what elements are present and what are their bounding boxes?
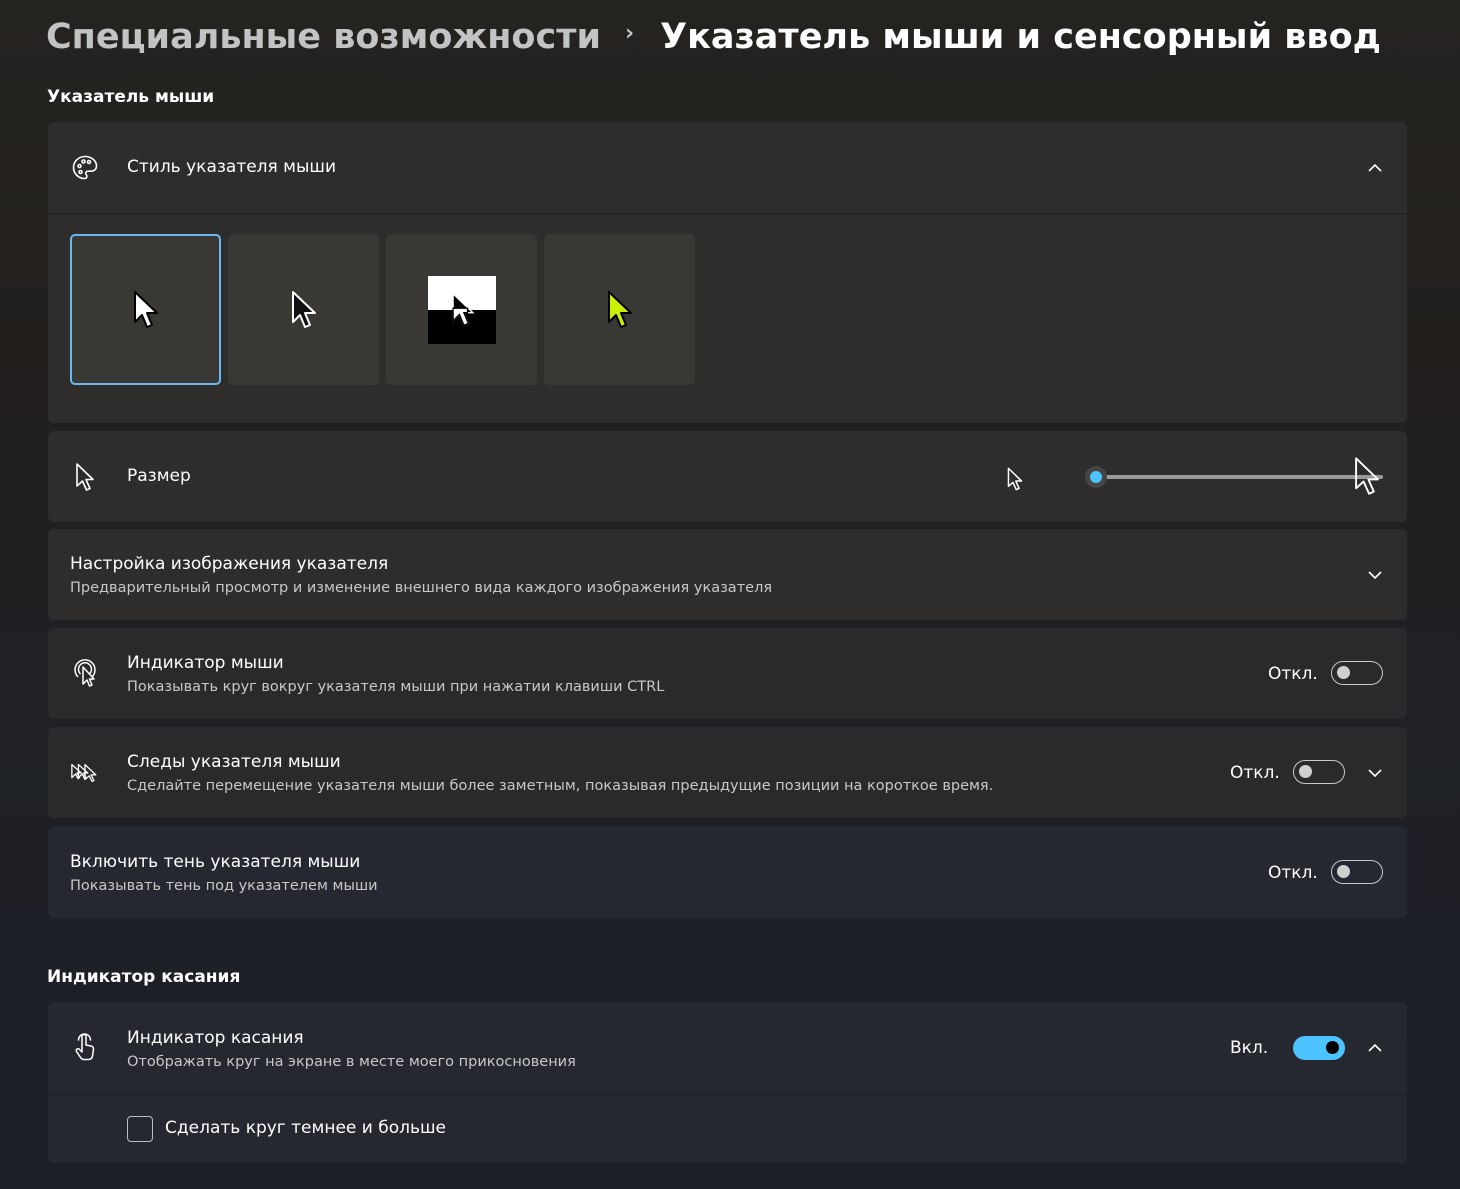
chevron-up-icon[interactable]	[1365, 158, 1385, 178]
touch-hand-icon	[70, 1032, 100, 1062]
darker-circle-checkbox[interactable]	[127, 1116, 153, 1142]
pointer-icon	[70, 462, 100, 492]
large-pointer-icon	[1352, 455, 1382, 501]
size-slider-track[interactable]	[1095, 475, 1383, 479]
pointer-shadow-title: Включить тень указателя мыши	[70, 852, 361, 872]
pointer-images-title: Настройка изображения указателя	[70, 554, 389, 574]
black-pointer-icon	[291, 290, 316, 328]
pointer-trails-state: Откл.	[1230, 763, 1280, 783]
touch-indicator-header[interactable]: Индикатор касания Отображать круг на экр…	[48, 1002, 1407, 1094]
size-title: Размер	[127, 466, 191, 486]
pointer-shadow-desc: Показывать тень под указателем мыши	[70, 878, 378, 894]
mouse-indicator-card: Индикатор мыши Показывать круг вокруг ук…	[48, 628, 1407, 719]
pointer-style-card: Стиль указателя мыши	[48, 122, 1407, 423]
divider	[48, 213, 1407, 214]
section-title-touch-indicator: Индикатор касания	[47, 967, 241, 987]
pointer-trails-card: Следы указателя мыши Сделайте перемещени…	[48, 727, 1407, 818]
touch-indicator-desc: Отображать круг на экране в месте моего …	[127, 1054, 576, 1070]
pointer-images-card[interactable]: Настройка изображения указателя Предвари…	[48, 529, 1407, 620]
size-card: Размер	[48, 431, 1407, 522]
custom-color-pointer-icon	[607, 290, 632, 328]
pointer-style-title: Стиль указателя мыши	[127, 157, 337, 177]
pointer-images-desc: Предварительный просмотр и изменение вне…	[70, 580, 773, 596]
mouse-indicator-toggle[interactable]	[1331, 661, 1383, 685]
mouse-indicator-icon	[70, 658, 100, 688]
touch-indicator-title: Индикатор касания	[127, 1028, 304, 1048]
mouse-indicator-state: Откл.	[1268, 664, 1318, 684]
chevron-up-icon[interactable]	[1365, 1038, 1385, 1058]
pointer-style-custom[interactable]	[544, 234, 695, 385]
mouse-indicator-title: Индикатор мыши	[127, 653, 284, 673]
pointer-trails-title: Следы указателя мыши	[127, 752, 341, 772]
size-slider-thumb[interactable]	[1085, 466, 1107, 488]
pointer-shadow-card: Включить тень указателя мыши Показывать …	[48, 827, 1407, 918]
pointer-trails-toggle[interactable]	[1293, 760, 1345, 784]
breadcrumb-parent-link[interactable]: Специальные возможности	[46, 17, 601, 57]
inverted-pointer-icon	[451, 291, 475, 326]
darker-circle-row: Сделать круг темнее и больше	[48, 1095, 1407, 1163]
inverted-pointer-preview	[427, 275, 496, 344]
darker-circle-label[interactable]: Сделать круг темнее и больше	[165, 1118, 446, 1138]
pointer-shadow-state: Откл.	[1268, 863, 1318, 883]
pointer-style-white[interactable]	[70, 234, 221, 385]
pointer-trails-icon	[70, 758, 100, 788]
mouse-indicator-desc: Показывать круг вокруг указателя мыши пр…	[127, 679, 665, 695]
pointer-shadow-toggle[interactable]	[1331, 860, 1383, 884]
pointer-style-inverted[interactable]	[386, 234, 537, 385]
breadcrumb: Специальные возможности › Указатель мыши…	[46, 12, 1381, 62]
page-title: Указатель мыши и сенсорный ввод	[660, 17, 1381, 57]
pointer-style-black[interactable]	[228, 234, 379, 385]
section-title-mouse-pointer: Указатель мыши	[47, 87, 215, 107]
touch-indicator-card: Индикатор касания Отображать круг на экр…	[48, 1002, 1407, 1163]
small-pointer-icon	[1006, 466, 1024, 496]
white-pointer-icon	[133, 290, 158, 328]
pointer-style-header[interactable]: Стиль указателя мыши	[48, 122, 1407, 213]
touch-indicator-state: Вкл.	[1230, 1038, 1269, 1058]
pointer-trails-desc: Сделайте перемещение указателя мыши боле…	[127, 778, 994, 794]
chevron-down-icon[interactable]	[1365, 565, 1385, 585]
touch-indicator-toggle[interactable]	[1293, 1036, 1345, 1060]
palette-icon	[70, 153, 100, 183]
chevron-down-icon[interactable]	[1365, 763, 1385, 783]
breadcrumb-separator: ›	[625, 20, 635, 46]
